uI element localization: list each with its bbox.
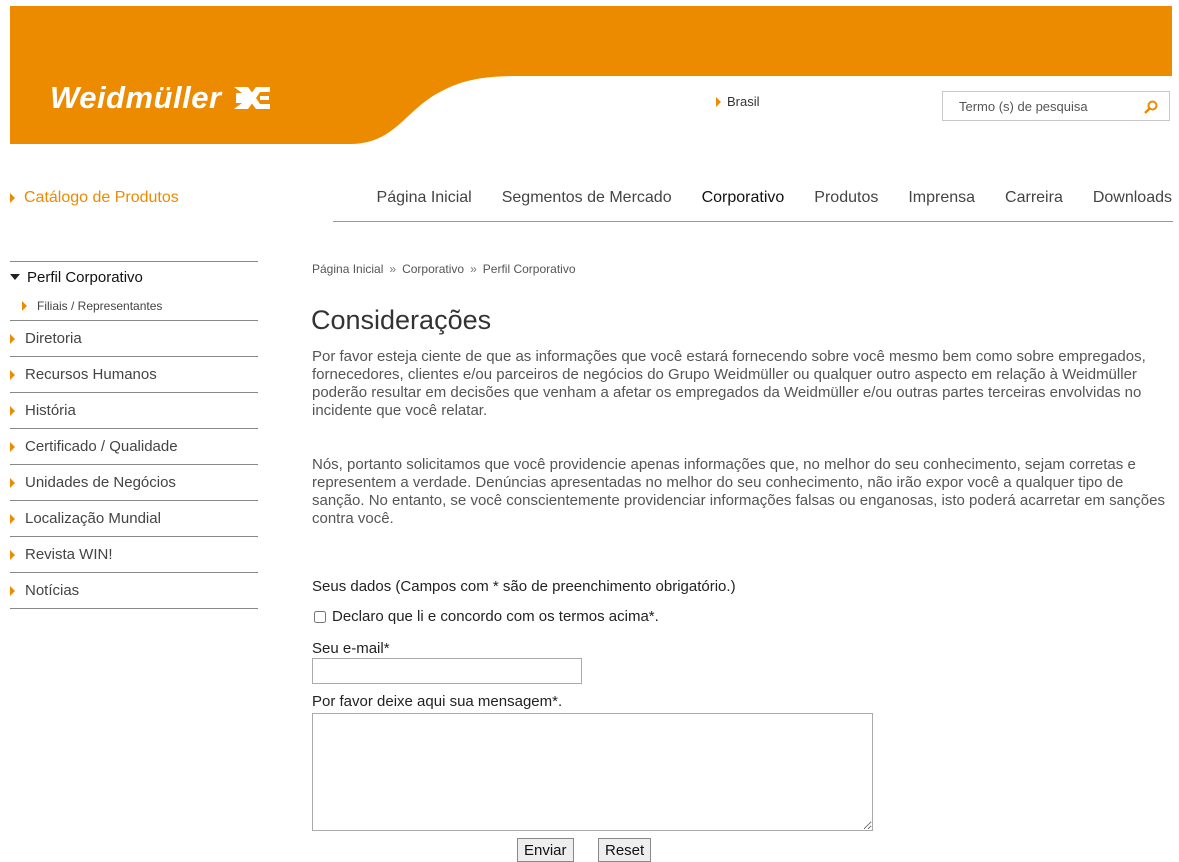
arrow-right-icon xyxy=(22,301,27,311)
breadcrumb-separator: » xyxy=(470,262,477,276)
sidebar-item-certificate-quality[interactable]: Certificado / Qualidade xyxy=(10,428,258,464)
sidebar-item-board[interactable]: Diretoria xyxy=(10,320,258,356)
email-label: Seu e-mail* xyxy=(312,640,390,657)
nav-divider xyxy=(333,221,1173,222)
search-input[interactable] xyxy=(957,97,1141,115)
breadcrumb: Página Inicial » Corporativo » Perfil Corpor… xyxy=(312,262,576,276)
sidebar: Perfil Corporativo Filiais / Representan… xyxy=(10,261,258,609)
nav-downloads[interactable]: Downloads xyxy=(1093,189,1172,207)
arrow-right-icon xyxy=(10,405,15,416)
search-box xyxy=(942,91,1170,121)
country-label: Brasil xyxy=(727,94,760,109)
nav-corporate[interactable]: Corporativo xyxy=(702,189,785,207)
sidebar-item-label: Notícias xyxy=(25,582,80,599)
sidebar-item-label: Unidades de Negócios xyxy=(25,474,176,491)
message-label: Por favor deixe aqui sua mensagem*. xyxy=(312,693,563,710)
main-nav: Página Inicial Segmentos de Mercado Corp… xyxy=(347,189,1172,207)
brand-mark-icon xyxy=(233,87,270,109)
sidebar-subitem-branches[interactable]: Filiais / Representantes xyxy=(10,292,258,320)
arrow-right-icon xyxy=(10,585,15,596)
sidebar-item-label: História xyxy=(25,402,76,419)
sidebar-item-worldwide-locations[interactable]: Localização Mundial xyxy=(10,500,258,536)
page-title: Considerações xyxy=(311,305,492,335)
sidebar-item-label: Perfil Corporativo xyxy=(27,268,143,286)
sidebar-item-human-resources[interactable]: Recursos Humanos xyxy=(10,356,258,392)
breadcrumb-separator: » xyxy=(389,262,397,276)
notice-paragraph-2: Nós, portanto solicitamos que você provi… xyxy=(312,456,1165,527)
header-white-curve xyxy=(0,76,1179,150)
arrow-right-icon xyxy=(10,477,15,488)
nav-products[interactable]: Produtos xyxy=(814,189,878,207)
sidebar-item-business-units[interactable]: Unidades de Negócios xyxy=(10,464,258,500)
breadcrumb-home[interactable]: Página Inicial xyxy=(312,262,383,276)
notice-paragraph-1: Por favor esteja ciente de que as inform… xyxy=(312,348,1146,419)
nav-careers[interactable]: Carreira xyxy=(1005,189,1063,207)
arrow-right-icon xyxy=(10,549,15,560)
brand-logo[interactable]: Weidmüller xyxy=(50,80,272,116)
sidebar-bottom-divider xyxy=(10,608,258,609)
sidebar-item-history[interactable]: História xyxy=(10,392,258,428)
reset-button[interactable]: Reset xyxy=(598,838,652,862)
agree-terms-label: Declaro que li e concordo com os termos … xyxy=(332,608,659,625)
breadcrumb-corporate[interactable]: Corporativo xyxy=(402,262,464,276)
nav-home[interactable]: Página Inicial xyxy=(377,189,472,207)
arrow-right-icon xyxy=(10,333,15,344)
sidebar-item-label: Localização Mundial xyxy=(25,510,161,527)
arrow-right-icon xyxy=(10,513,15,524)
nav-press[interactable]: Imprensa xyxy=(908,189,975,207)
submit-button[interactable]: Enviar xyxy=(517,838,574,862)
sidebar-item-win-magazine[interactable]: Revista WIN! xyxy=(10,536,258,572)
arrow-right-icon xyxy=(10,193,15,203)
country-selector[interactable]: Brasil xyxy=(716,94,760,109)
sidebar-item-corporate-profile[interactable]: Perfil Corporativo xyxy=(10,261,258,292)
search-icon[interactable] xyxy=(1143,99,1159,115)
breadcrumb-current: Perfil Corporativo xyxy=(482,262,576,276)
arrow-down-icon xyxy=(10,274,20,280)
sidebar-item-label: Revista WIN! xyxy=(25,546,113,563)
sidebar-item-news[interactable]: Notícias xyxy=(10,572,258,608)
sidebar-item-label: Certificado / Qualidade xyxy=(25,438,178,455)
message-textarea[interactable] xyxy=(312,713,873,831)
product-catalog-link[interactable]: Catálogo de Produtos xyxy=(10,189,179,207)
arrow-right-icon xyxy=(10,369,15,380)
arrow-right-icon xyxy=(716,96,721,107)
product-catalog-label: Catálogo de Produtos xyxy=(24,189,179,206)
agree-terms-checkbox[interactable] xyxy=(314,610,326,623)
nav-market-segments[interactable]: Segmentos de Mercado xyxy=(502,189,672,207)
brand-name: Weidmüller xyxy=(50,80,222,115)
agree-terms-row[interactable]: Declaro que li e concordo com os termos … xyxy=(314,608,659,625)
arrow-right-icon xyxy=(10,441,15,452)
sidebar-item-label: Recursos Humanos xyxy=(25,366,157,383)
sidebar-item-label: Filiais / Representantes xyxy=(37,299,163,313)
form-title: Seus dados (Campos com * são de preenchi… xyxy=(312,578,736,595)
sidebar-item-label: Diretoria xyxy=(25,330,82,347)
email-field[interactable] xyxy=(312,658,582,684)
